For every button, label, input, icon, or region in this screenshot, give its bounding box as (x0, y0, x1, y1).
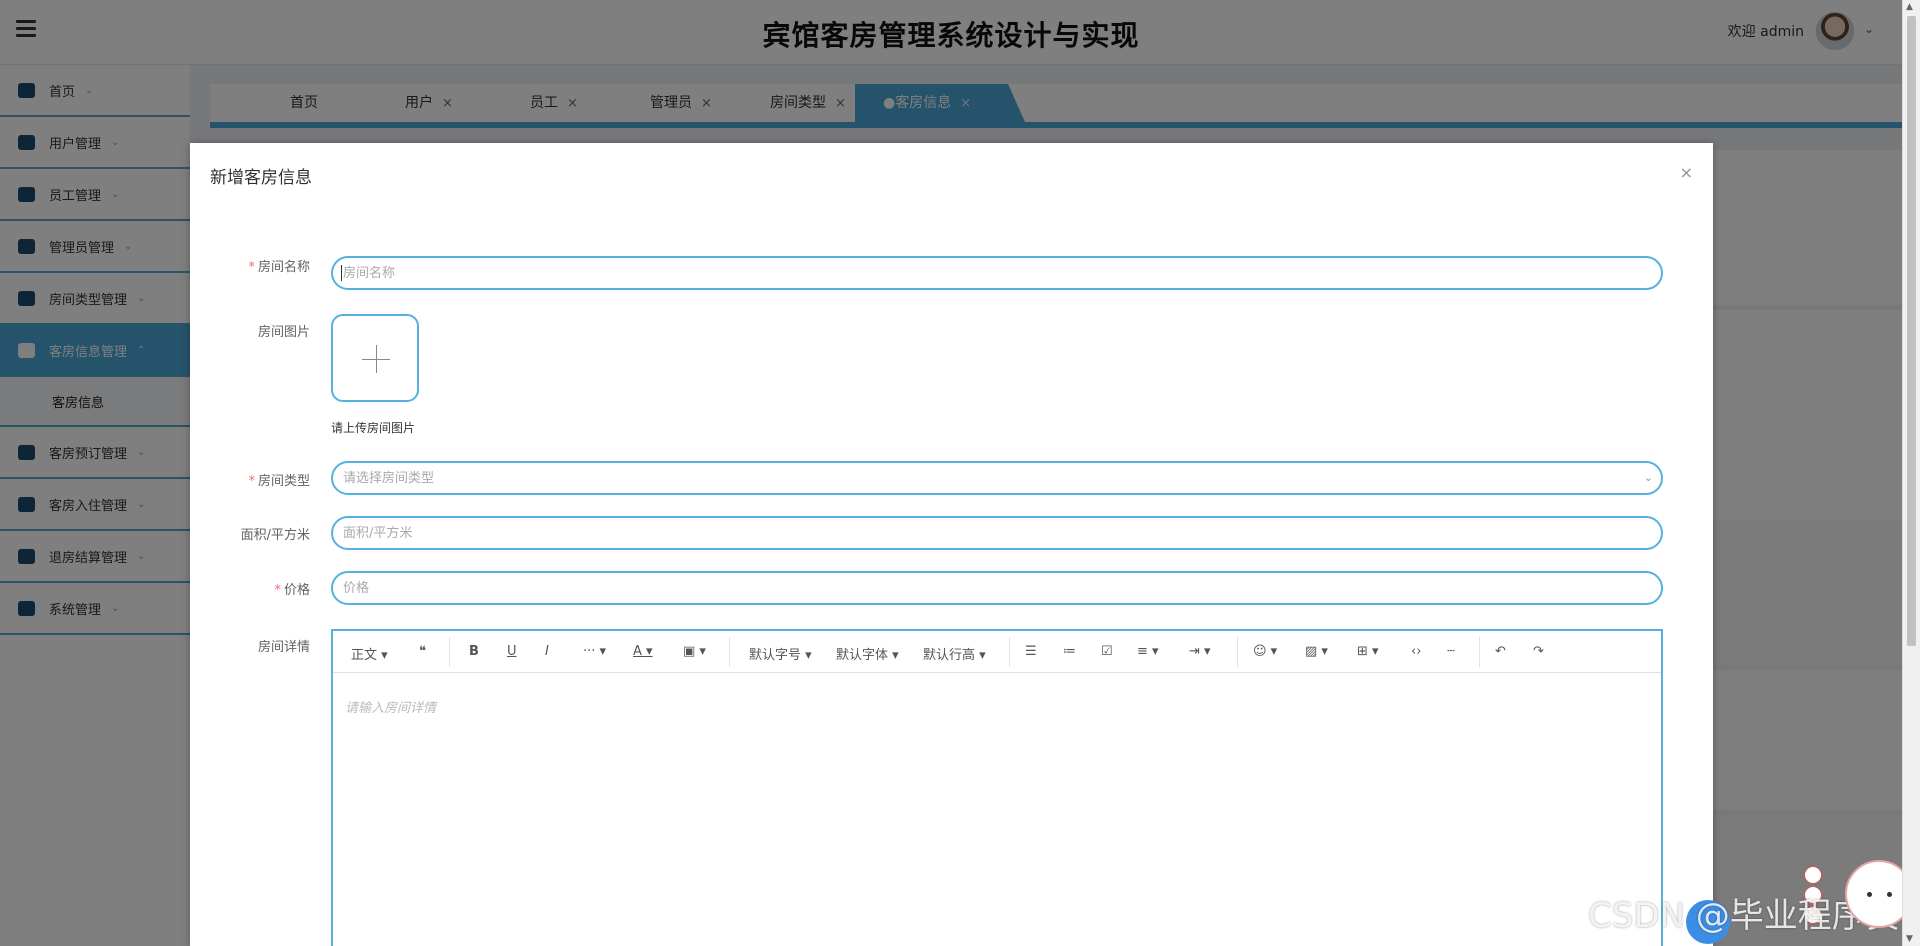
underline-icon[interactable]: U (507, 644, 517, 659)
quote-icon[interactable]: ❝ (419, 644, 426, 659)
indent-icon[interactable]: ⇥ ▾ (1189, 644, 1211, 659)
heading-dropdown[interactable]: 正文 ▾ (351, 644, 388, 663)
image-upload-button[interactable] (331, 314, 419, 402)
room-type-select[interactable] (331, 461, 1663, 495)
editor-placeholder: 请输入房间详情 (345, 701, 437, 716)
italic-icon[interactable]: I (545, 644, 549, 659)
toolbar-divider (729, 637, 730, 667)
todo-checkbox-icon[interactable]: ☑ (1101, 644, 1113, 659)
upload-hint: 请上传房间图片 (331, 421, 416, 435)
undo-icon[interactable]: ↶ (1495, 644, 1506, 659)
table-icon[interactable]: ⊞ ▾ (1357, 644, 1379, 659)
text-cursor (341, 265, 342, 281)
add-room-dialog: 新增客房信息 × *房间名称 房间图片 请上传房间图片 *房间类型 ⌄ 面积/平… (190, 143, 1713, 946)
line-height-dropdown[interactable]: 默认行高 ▾ (923, 644, 986, 663)
chevron-down-icon[interactable]: ⌄ (1644, 471, 1653, 484)
room-name-input[interactable] (331, 256, 1663, 290)
font-family-dropdown[interactable]: 默认字体 ▾ (836, 644, 899, 663)
emoji-icon[interactable]: ☺ ▾ (1253, 644, 1277, 659)
area-label: 面积/平方米 (240, 528, 310, 543)
align-icon[interactable]: ≡ ▾ (1137, 644, 1159, 659)
rich-text-editor[interactable]: 正文 ▾ ❝ B U I ··· ▾ A ▾ ▣ ▾ 默认字号 ▾ 默认字体 ▾… (331, 629, 1663, 946)
font-size-dropdown[interactable]: 默认字号 ▾ (749, 644, 812, 663)
details-label: 房间详情 (257, 640, 310, 655)
toolbar-divider (449, 637, 450, 667)
background-color-icon[interactable]: ▣ ▾ (683, 644, 706, 659)
editor-toolbar: 正文 ▾ ❝ B U I ··· ▾ A ▾ ▣ ▾ 默认字号 ▾ 默认字体 ▾… (333, 631, 1661, 673)
room-name-label: * 房间名称 (248, 260, 310, 275)
dialog-title: 新增客房信息 (210, 168, 312, 188)
toolbar-divider (1479, 637, 1480, 667)
code-icon[interactable]: ‹› (1411, 644, 1421, 659)
badge-icon (1804, 866, 1822, 884)
image-icon[interactable]: ▨ ▾ (1305, 644, 1328, 659)
price-label: * 价格 (274, 583, 310, 598)
plus-icon (376, 345, 377, 373)
divider-line-icon[interactable]: ┄ (1447, 644, 1455, 659)
scrollbar-thumb[interactable] (1907, 16, 1916, 646)
page-scrollbar[interactable]: ▲ ▼ (1902, 0, 1920, 946)
scroll-down-icon[interactable]: ▼ (1906, 934, 1913, 944)
font-color-icon[interactable]: A ▾ (633, 644, 653, 659)
area-input[interactable] (331, 516, 1663, 550)
room-image-label: 房间图片 (257, 325, 310, 340)
bold-icon[interactable]: B (469, 644, 479, 659)
close-icon[interactable]: × (1680, 163, 1693, 182)
room-type-label: * 房间类型 (248, 474, 310, 489)
toolbar-divider (1009, 637, 1010, 667)
numbered-list-icon[interactable]: ≔ (1063, 644, 1076, 659)
bulleted-list-icon[interactable]: ☰ (1025, 644, 1037, 659)
redo-icon[interactable]: ↷ (1533, 644, 1544, 659)
toolbar-divider (1237, 637, 1238, 667)
scroll-up-icon[interactable]: ▲ (1906, 2, 1913, 12)
price-input[interactable] (331, 571, 1663, 605)
more-icon[interactable]: ··· ▾ (583, 644, 606, 659)
